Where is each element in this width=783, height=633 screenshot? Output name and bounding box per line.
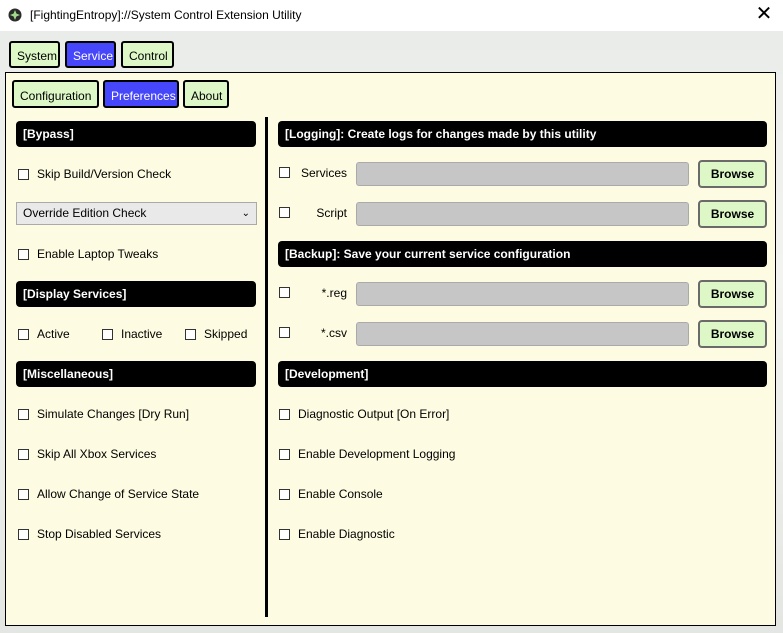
dev-console-label: Enable Console bbox=[298, 487, 383, 501]
skip-xbox-label: Skip All Xbox Services bbox=[37, 447, 157, 461]
tab-about[interactable]: About bbox=[183, 80, 229, 108]
tab-configuration[interactable]: Configuration bbox=[12, 80, 99, 108]
log-services-label: Services bbox=[300, 166, 347, 180]
simulate-changes-checkbox[interactable] bbox=[18, 408, 29, 420]
override-edition-value: Override Edition Check bbox=[23, 206, 147, 220]
allow-change-checkbox[interactable] bbox=[18, 488, 29, 500]
backup-reg-path-input[interactable] bbox=[356, 282, 689, 306]
dev-diag-output-row[interactable]: Diagnostic Output [On Error] bbox=[279, 406, 449, 422]
tab-preferences[interactable]: Preferences bbox=[103, 80, 179, 108]
allow-change-label: Allow Change of Service State bbox=[37, 487, 200, 501]
app-icon bbox=[8, 8, 22, 22]
dev-diagnostic-row[interactable]: Enable Diagnostic bbox=[279, 526, 395, 542]
skip-xbox-checkbox[interactable] bbox=[18, 448, 29, 460]
laptop-tweaks-label: Enable Laptop Tweaks bbox=[37, 247, 159, 261]
log-services-checkbox[interactable] bbox=[279, 167, 290, 178]
chevron-down-icon: ⌄ bbox=[241, 208, 250, 219]
display-skipped-label: Skipped bbox=[204, 327, 248, 341]
simulate-changes-label: Simulate Changes [Dry Run] bbox=[37, 407, 190, 421]
log-script-browse-button[interactable]: Browse bbox=[698, 200, 767, 228]
dev-console-checkbox[interactable] bbox=[279, 488, 290, 500]
dev-logging-row[interactable]: Enable Development Logging bbox=[279, 446, 455, 462]
window-title: [FightingEntropy]://System Control Exten… bbox=[30, 8, 302, 22]
backup-reg-browse-button[interactable]: Browse bbox=[698, 280, 767, 308]
display-services-header: [Display Services] bbox=[16, 281, 256, 307]
display-active-checkbox[interactable] bbox=[18, 328, 29, 340]
log-services-browse-button[interactable]: Browse bbox=[698, 160, 767, 188]
display-skipped-row[interactable]: Skipped bbox=[185, 326, 247, 342]
stop-disabled-checkbox[interactable] bbox=[18, 528, 29, 540]
tab-service[interactable]: Service bbox=[65, 41, 116, 68]
backup-csv-browse-button[interactable]: Browse bbox=[698, 320, 767, 348]
bypass-header: [Bypass] bbox=[16, 121, 256, 147]
preferences-panel bbox=[5, 72, 776, 626]
stop-disabled-label: Stop Disabled Services bbox=[37, 527, 162, 541]
display-inactive-label: Inactive bbox=[121, 327, 163, 341]
skip-build-row[interactable]: Skip Build/Version Check bbox=[18, 166, 171, 182]
display-active-row[interactable]: Active bbox=[18, 326, 70, 342]
tab-control[interactable]: Control bbox=[121, 41, 174, 68]
dev-logging-checkbox[interactable] bbox=[279, 448, 290, 460]
allow-change-row[interactable]: Allow Change of Service State bbox=[18, 486, 199, 502]
simulate-changes-row[interactable]: Simulate Changes [Dry Run] bbox=[18, 406, 189, 422]
stop-disabled-row[interactable]: Stop Disabled Services bbox=[18, 526, 161, 542]
backup-header: [Backup]: Save your current service conf… bbox=[278, 241, 767, 267]
log-services-path-input[interactable] bbox=[356, 162, 689, 186]
backup-csv-path-input[interactable] bbox=[356, 322, 689, 346]
dev-logging-label: Enable Development Logging bbox=[298, 447, 456, 461]
display-inactive-row[interactable]: Inactive bbox=[102, 326, 162, 342]
dev-console-row[interactable]: Enable Console bbox=[279, 486, 383, 502]
backup-csv-label: *.csv bbox=[320, 326, 347, 340]
miscellaneous-header: [Miscellaneous] bbox=[16, 361, 256, 387]
display-active-label: Active bbox=[37, 327, 70, 341]
dev-diagnostic-checkbox[interactable] bbox=[279, 528, 290, 540]
backup-reg-checkbox[interactable] bbox=[279, 287, 290, 298]
display-skipped-checkbox[interactable] bbox=[185, 328, 196, 340]
skip-build-checkbox[interactable] bbox=[18, 168, 29, 180]
backup-csv-checkbox[interactable] bbox=[279, 327, 290, 338]
log-script-path-input[interactable] bbox=[356, 202, 689, 226]
skip-build-label: Skip Build/Version Check bbox=[37, 167, 172, 181]
log-script-label: Script bbox=[316, 206, 347, 220]
backup-reg-label: *.reg bbox=[321, 286, 347, 300]
title-bar: [FightingEntropy]://System Control Exten… bbox=[0, 0, 783, 31]
laptop-tweaks-row[interactable]: Enable Laptop Tweaks bbox=[18, 246, 158, 262]
dev-diagnostic-label: Enable Diagnostic bbox=[298, 527, 395, 541]
override-edition-select[interactable]: Override Edition Check ⌄ bbox=[16, 202, 257, 225]
dev-diag-output-checkbox[interactable] bbox=[279, 408, 290, 420]
laptop-tweaks-checkbox[interactable] bbox=[18, 248, 29, 260]
logging-header: [Logging]: Create logs for changes made … bbox=[278, 121, 767, 147]
log-script-checkbox[interactable] bbox=[279, 207, 290, 218]
column-divider bbox=[265, 117, 268, 617]
development-header: [Development] bbox=[278, 361, 767, 387]
tab-system[interactable]: System bbox=[9, 41, 60, 68]
skip-xbox-row[interactable]: Skip All Xbox Services bbox=[18, 446, 156, 462]
dev-diag-output-label: Diagnostic Output [On Error] bbox=[298, 407, 450, 421]
close-icon[interactable]: ✕ bbox=[753, 4, 775, 26]
display-inactive-checkbox[interactable] bbox=[102, 328, 113, 340]
